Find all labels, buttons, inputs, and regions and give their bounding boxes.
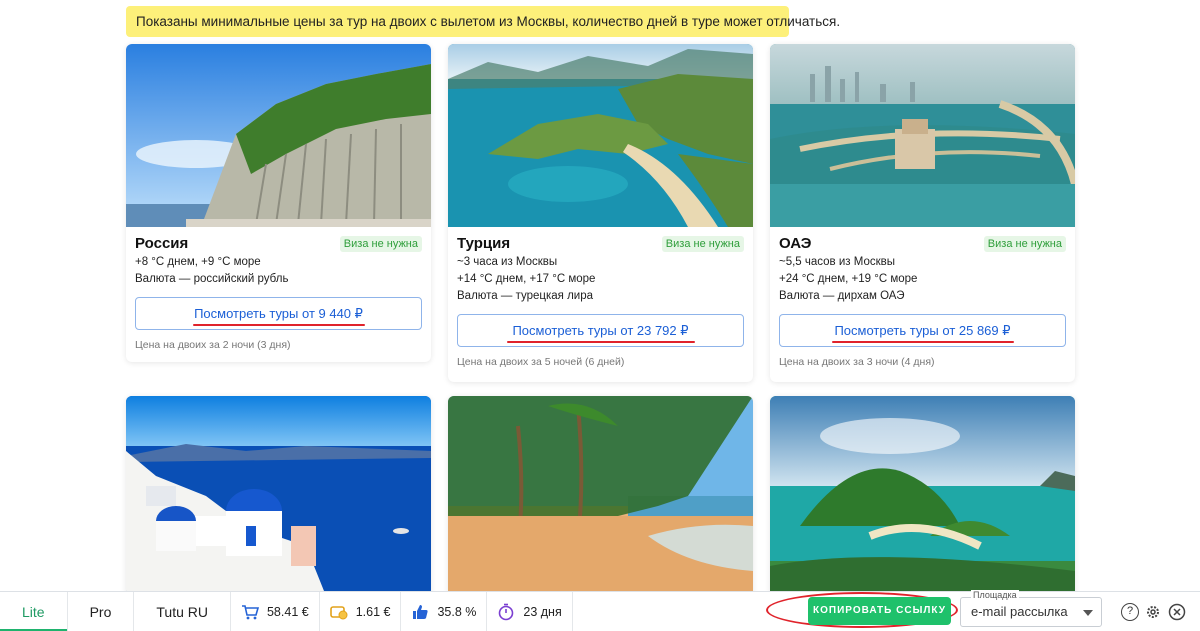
info-line: +14 °С днем, +17 °С море (457, 273, 596, 285)
view-tours-label: Посмотреть туры от 23 792 ₽ (512, 323, 689, 338)
platform-value: e-mail рассылка (971, 604, 1068, 619)
info-line: +24 °С днем, +19 °С море (779, 273, 918, 285)
info-line: Валюта — российский рубль (135, 273, 289, 285)
timer-icon (497, 603, 515, 621)
tab-tutu-ru[interactable]: Tutu RU (134, 591, 231, 631)
info-line: ~5,5 часов из Москвы (779, 256, 896, 268)
stat-coins: 1.61 € (320, 591, 402, 631)
stat-value: 1.61 € (355, 604, 391, 619)
stat-value: 23 дня (523, 604, 562, 619)
view-tours-button-turkey[interactable]: Посмотреть туры от 23 792 ₽ (457, 314, 744, 347)
price-note: Цена на двоих за 2 ночи (3 дня) (135, 339, 291, 351)
red-underline-annotation (831, 341, 1014, 343)
stat-value: 58.41 € (266, 604, 309, 619)
stat-cart: 58.41 € (231, 591, 320, 631)
chevron-down-icon (1083, 610, 1093, 616)
view-tours-button-uae[interactable]: Посмотреть туры от 25 869 ₽ (779, 314, 1066, 347)
destination-photo-goa[interactable] (448, 396, 753, 596)
price-note: Цена на двоих за 3 ночи (4 дня) (779, 356, 935, 368)
cart-icon (241, 603, 260, 621)
tab-lite[interactable]: Lite (0, 591, 68, 631)
destination-card-goa (448, 396, 753, 596)
red-underline-annotation (506, 341, 695, 343)
red-underline-annotation (192, 324, 365, 326)
destination-photo-thailand[interactable] (770, 396, 1075, 596)
destination-photo-turkey[interactable] (448, 44, 753, 227)
stat-approval: 35.8 % (401, 591, 488, 631)
destination-photo-greece[interactable] (126, 396, 431, 596)
destination-card-thailand (770, 396, 1075, 596)
thumbs-up-icon (411, 603, 429, 621)
view-tours-label: Посмотреть туры от 9 440 ₽ (194, 306, 363, 321)
visa-badge: Виза не нужна (339, 236, 422, 252)
info-line: Валюта — дирхам ОАЭ (779, 290, 905, 302)
close-button[interactable] (1168, 603, 1186, 621)
visa-badge: Виза не нужна (661, 236, 744, 252)
notice-banner: Показаны минимальные цены за тур на двои… (126, 6, 840, 37)
view-tours-button-russia[interactable]: Посмотреть туры от 9 440 ₽ (135, 297, 422, 330)
close-icon (1168, 603, 1186, 621)
coins-icon (329, 603, 348, 621)
settings-button[interactable] (1144, 603, 1162, 621)
destination-card-russia: Россия Виза не нужна +8 °С днем, +9 °С м… (126, 44, 431, 362)
view-tours-label: Посмотреть туры от 25 869 ₽ (834, 323, 1011, 338)
stat-value: 35.8 % (437, 604, 477, 619)
platform-label: Площадка (971, 590, 1019, 600)
destination-photo-russia[interactable] (126, 44, 431, 227)
page: Показаны минимальные цены за тур на двои… (0, 0, 1200, 631)
info-line: Валюта — турецкая лира (457, 290, 593, 302)
help-button[interactable]: ? (1121, 603, 1139, 621)
copy-link-button[interactable]: КОПИРОВАТЬ ССЫЛКУ (808, 597, 951, 625)
destination-card-greece (126, 396, 431, 596)
destination-photo-uae[interactable] (770, 44, 1075, 227)
platform-select[interactable]: Площадка e-mail рассылка (960, 590, 1102, 627)
info-line: +8 °С днем, +9 °С море (135, 256, 261, 268)
info-line: ~3 часа из Москвы (457, 256, 558, 268)
price-note: Цена на двоих за 5 ночей (6 дней) (457, 356, 625, 368)
visa-badge: Виза не нужна (983, 236, 1066, 252)
destination-card-uae: ОАЭ Виза не нужна ~5,5 часов из Москвы +… (770, 44, 1075, 382)
destination-card-turkey: Турция Виза не нужна ~3 часа из Москвы +… (448, 44, 753, 382)
stat-duration: 23 дня (487, 591, 573, 631)
tab-pro[interactable]: Pro (68, 591, 135, 631)
gear-icon (1147, 606, 1159, 618)
